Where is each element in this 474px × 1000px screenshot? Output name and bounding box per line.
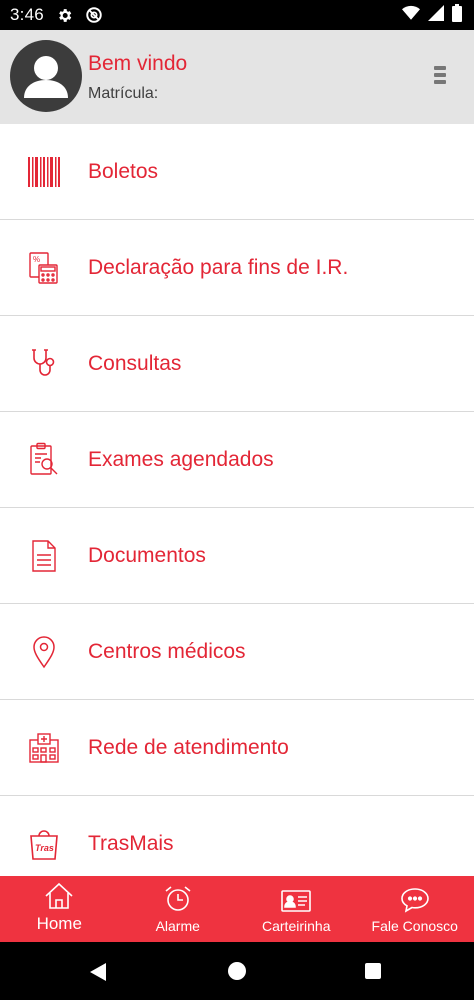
menu-list: Boletos % Declaração para fins de I.R. C… <box>0 124 474 876</box>
user-avatar-icon[interactable] <box>10 40 82 112</box>
menu-item-consultas[interactable]: Consultas <box>0 316 474 412</box>
gear-icon <box>56 7 73 24</box>
status-time: 3:46 <box>10 5 44 24</box>
home-icon <box>44 882 74 910</box>
menu-item-declaracao-ir[interactable]: % Declaração para fins de I.R. <box>0 220 474 316</box>
clipboard-search-icon <box>26 442 62 478</box>
tab-label: Fale Conosco <box>371 918 458 934</box>
trasmais-bag-icon: Tras <box>26 826 62 862</box>
tab-home[interactable]: Home <box>0 876 119 942</box>
menu-item-documentos[interactable]: Documentos <box>0 508 474 604</box>
at-sign-icon <box>85 6 103 24</box>
menu-item-label: Rede de atendimento <box>88 735 289 759</box>
home-circle-icon[interactable] <box>228 962 246 980</box>
stethoscope-icon <box>26 346 62 382</box>
bottom-nav: Home Alarme Carteirinha Fale Conosco <box>0 876 474 942</box>
menu-item-label: TrasMais <box>88 831 174 855</box>
recent-apps-icon[interactable] <box>365 963 381 979</box>
tab-fale-conosco[interactable]: Fale Conosco <box>356 876 474 942</box>
hospital-icon <box>26 730 62 766</box>
signal-icon <box>428 4 444 26</box>
welcome-title: Bem vindo <box>88 52 188 75</box>
back-icon[interactable] <box>88 962 108 987</box>
tab-label: Carteirinha <box>262 918 331 934</box>
system-nav-bar <box>0 942 474 1000</box>
profile-header: Bem vindo Matrícula: <box>0 30 474 124</box>
menu-item-label: Documentos <box>88 543 206 567</box>
menu-item-label: Boletos <box>88 159 159 183</box>
menu-item-centros-medicos[interactable]: Centros médicos <box>0 604 474 700</box>
wifi-icon <box>402 5 420 26</box>
svg-text:%: % <box>33 255 40 264</box>
chat-bubble-icon <box>399 886 431 914</box>
alarm-clock-icon <box>163 884 193 914</box>
menu-item-rede-atendimento[interactable]: Rede de atendimento <box>0 700 474 796</box>
tab-carteirinha[interactable]: Carteirinha <box>237 876 356 942</box>
battery-icon <box>452 3 462 27</box>
menu-item-boletos[interactable]: Boletos <box>0 124 474 220</box>
calculator-icon: % <box>26 250 62 286</box>
document-icon <box>26 538 62 574</box>
menu-item-label: Exames agendados <box>88 447 274 471</box>
menu-item-label: Consultas <box>88 351 182 375</box>
menu-item-label: Centros médicos <box>88 639 246 663</box>
barcode-icon <box>26 154 62 190</box>
menu-item-trasmais[interactable]: Tras TrasMais <box>0 796 474 876</box>
svg-text:Tras: Tras <box>35 843 54 853</box>
location-pin-icon <box>26 634 62 670</box>
tab-label: Home <box>36 914 82 933</box>
menu-item-exames[interactable]: Exames agendados <box>0 412 474 508</box>
menu-icon[interactable] <box>434 66 448 88</box>
menu-item-label: Declaração para fins de I.R. <box>88 255 349 279</box>
status-bar: 3:46 <box>0 0 474 30</box>
id-card-icon <box>280 888 312 914</box>
registration-label: Matrícula: <box>88 85 159 102</box>
tab-label: Alarme <box>155 918 200 934</box>
tab-alarme[interactable]: Alarme <box>119 876 238 942</box>
